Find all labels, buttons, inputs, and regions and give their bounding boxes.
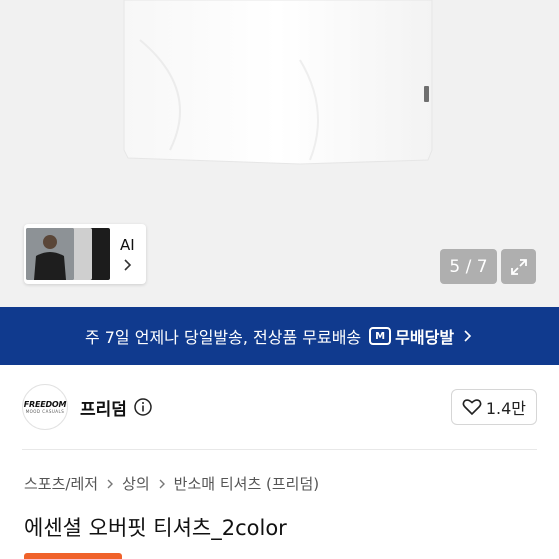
ai-lookbook-thumbnails[interactable]: AI [24,224,146,284]
product-title: 에센셜 오버핏 티셔츠_2color [24,516,287,540]
breadcrumb-item[interactable]: 스포츠/레저 [24,473,98,494]
banner-text: 주 7일 언제나 당일발송, 전상품 무료배송 [84,328,362,347]
brand-logo[interactable]: FREEDOM MOOD CASUALS [22,384,68,430]
chevron-right-icon [159,479,165,488]
image-counter: 5 / 7 [440,249,497,284]
chevron-right-icon [464,330,472,342]
expand-icon [510,258,527,275]
chevron-right-icon [107,479,114,488]
promo-badge [24,553,122,559]
breadcrumb: 스포츠/레저 상의 반소매 티셔츠 (프리덤) [24,473,319,494]
expand-image-button[interactable] [501,249,536,284]
like-count: 1.4만 [485,399,526,418]
thumbnail-stack [26,226,116,282]
banner-logo-mark: M [369,327,392,345]
breadcrumb-item[interactable]: 상의 [122,473,150,494]
brand-row: FREEDOM MOOD CASUALS 프리덤 1.4만 [0,365,559,449]
info-icon[interactable] [133,397,153,417]
free-shipping-banner[interactable]: 주 7일 언제나 당일발송, 전상품 무료배송 M 무배당발 [0,307,559,365]
banner-logo: M 무배당발 [369,324,454,348]
breadcrumb-item[interactable]: 반소매 티셔츠 (프리덤) [174,473,319,494]
ai-label: AI [120,236,135,254]
brand-logo-subtext: MOOD CASUALS [25,409,65,414]
banner-logo-text: 무배당발 [395,328,455,347]
divider [22,449,537,450]
brand-name[interactable]: 프리덤 [80,395,127,420]
chevron-right-icon [124,259,132,271]
heart-icon [462,399,482,416]
like-button[interactable]: 1.4만 [450,389,537,425]
thumbnail-image [26,228,74,280]
brand-logo-wordmark: FREEDOM [23,400,67,409]
product-image-gallery[interactable]: AI 5 / 7 [0,0,559,307]
